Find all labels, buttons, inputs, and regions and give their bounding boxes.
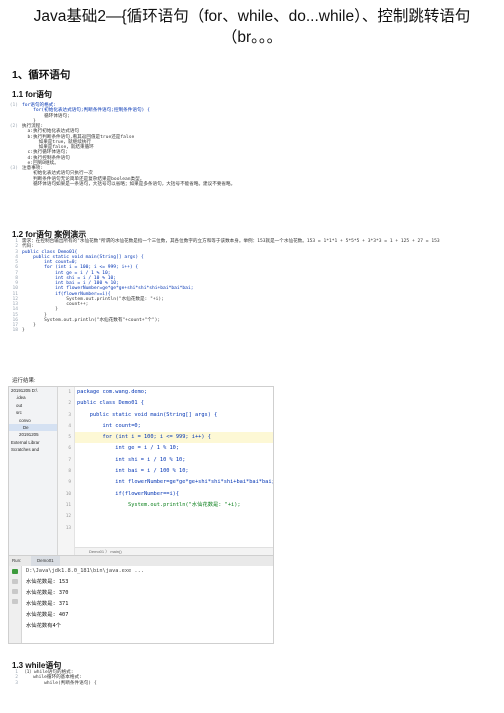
code-text: 需求：在控制台输出所有的"水仙花数"所谓的水仙花数是指一个三位数，其各位数字的立…: [22, 239, 440, 244]
gutter-line-number: 4: [68, 423, 71, 429]
gutter-line-number: 9: [68, 480, 71, 486]
project-tree-item[interactable]: 20191205 D:\: [9, 387, 57, 394]
editor-line[interactable]: for (int i = 100; i <= 999; i++) {: [75, 432, 273, 444]
stop-icon[interactable]: [12, 579, 18, 584]
editor-line[interactable]: System.out.println("水仙花数是: "+i);: [75, 500, 273, 511]
editor-line[interactable]: package com.wang.demo;: [75, 387, 273, 398]
gutter-line-number: 11: [65, 502, 71, 508]
project-tree-item[interactable]: .idea: [9, 394, 57, 401]
code-block-demo: 1 需求：在控制台输出所有的"水仙花数"所谓的水仙花数是指一个三位数，其各位数字的…: [8, 239, 496, 372]
run-result-label: 运行结果:: [12, 378, 36, 384]
project-tree-item[interactable]: src: [9, 409, 57, 416]
run-tools-strip: [9, 566, 22, 643]
gutter-line-number: 2: [68, 401, 71, 407]
code-text: System.out.println("水仙花数有"+count+"个");: [22, 317, 161, 323]
code-text: 代码:: [22, 244, 34, 250]
demo-line: 18}: [8, 328, 496, 333]
code-text: }: [22, 118, 36, 124]
code-text: 初始化表达式语句只执行一次: [22, 171, 93, 177]
project-tree-item[interactable]: De: [9, 424, 57, 432]
code-text: }: [22, 307, 58, 313]
code-text: while(判断条件语句) {: [22, 680, 97, 686]
console-line: 水仙花数是: 371: [26, 601, 69, 607]
code-text: public class Demo01{: [22, 249, 78, 255]
gutter-line-number: 10: [65, 491, 71, 497]
gutter-line-number: 1: [68, 390, 71, 395]
editor-line[interactable]: public static void main(String[] args) {: [75, 410, 273, 421]
gutter-line-number: 5: [68, 435, 71, 441]
page-title: Java基础2—{循环语句（for、while、do...while）、控制跳转…: [33, 8, 471, 46]
code-text: 判断条件语句无论简单还是复杂结果是boolean类型。: [22, 176, 145, 182]
code-text: while循环的基本格式:: [22, 675, 82, 681]
editor-breadcrumb: Demo01 〉 main(): [75, 547, 273, 555]
code-text: 如果是true，就继续执行: [22, 139, 92, 145]
demo-line: 1 需求：在控制台输出所有的"水仙花数"所谓的水仙花数是指一个三位数，其各位数字的…: [8, 239, 496, 244]
scroll-icon[interactable]: [12, 589, 18, 594]
code-editor: package com.wang.demo; public class Demo0…: [75, 387, 273, 555]
project-tree-item[interactable]: convo: [9, 417, 57, 424]
code-text: d:执行控制条件语句: [22, 155, 70, 161]
gutter-line-number: 7: [68, 457, 71, 463]
subheading-for: 1.1 for语句: [12, 90, 53, 99]
project-tree-item[interactable]: External Librar: [9, 439, 57, 446]
code-block-while: 1 （1）while语句的格式: 2 while循环的基本格式: 3 while(判断…: [8, 670, 496, 710]
code-block-for-syntax: (1) for语句的格式: for(初始化表达式语句;判断条件语句;控制条件语句)…: [8, 103, 496, 228]
editor-line[interactable]: if(flowerNumber==i){: [75, 489, 273, 500]
project-tree-panel: 20191205 D:\ .idea out src convo De 20191205 Ex…: [9, 387, 58, 555]
section-heading-loops: 1、循环语句: [12, 69, 71, 81]
rerun-icon[interactable]: [12, 569, 18, 574]
gutter-line-number: 12: [65, 514, 71, 520]
gutter-line-number: 13: [65, 525, 71, 531]
code-text: int flowerNumber=ge*ge*ge+shi*shi*shi+ba…: [22, 286, 194, 292]
run-console: D:\Java\jdk1.8.0_181\bin\java.exe ... 水仙花…: [22, 566, 273, 643]
code-text: c:执行循环体语句;: [22, 150, 68, 156]
code-text: System.out.println("水仙花数是: "+i);: [22, 296, 164, 302]
editor-line[interactable]: int bai = i / 100 % 10;: [75, 466, 273, 477]
code-text: b:执行判断条件语句,看其返回值是true还是false: [22, 134, 135, 140]
editor-line[interactable]: int ge = i / 1 % 10;: [75, 443, 273, 454]
line-number: 18: [12, 328, 18, 334]
while-line: 3 while(判断条件语句) {: [8, 681, 496, 686]
code-text: for (int i = 100; i <= 999; i++) {: [22, 265, 139, 271]
code-text: int ge = i / 1 % 10;: [22, 270, 111, 276]
editor-line[interactable]: int count=0;: [75, 421, 273, 432]
project-tree-item[interactable]: Scratches and: [9, 446, 57, 453]
code-text: }: [22, 328, 25, 334]
gutter-line-number: 8: [68, 469, 71, 475]
code-text: int shi = i / 10 % 10;: [22, 275, 117, 281]
gutter-line-number: 3: [68, 412, 71, 418]
code-text: for(初始化表达式语句;判断条件语句;控制条件语句) {: [22, 108, 150, 114]
line-number: 3: [15, 680, 18, 686]
line-number-gutter: 1 2 3 4 5 6 7 8 9 10 11 12 13: [58, 387, 75, 555]
run-tab-demo01[interactable]: Demo01: [31, 556, 60, 566]
code-text: e:回到B继续。: [22, 160, 59, 166]
ide-screenshot: 20191205 D:\ .idea out src convo De 20191205 Ex…: [8, 386, 274, 644]
code-text: }: [22, 312, 47, 318]
code-text: 循环体语句;: [22, 113, 70, 119]
console-line: D:\Java\jdk1.8.0_181\bin\java.exe ...: [26, 568, 144, 574]
code-text: a:执行初始化表达式语句: [22, 129, 80, 135]
editor-line[interactable]: public class Demo01 {: [75, 398, 273, 409]
project-tree-item[interactable]: out: [9, 402, 57, 409]
editor-line[interactable]: int flowerNumber=ge*ge*ge+shi*shi*shi+ba…: [75, 477, 273, 488]
for-syntax-line: 循环体语句如果是一条语句，大括号可以省略；如果是多条语句，大括号不能省略。建议不…: [8, 182, 496, 187]
console-line: 水仙花数是: 153: [26, 579, 69, 585]
code-text: public static void main(String[] args) {: [22, 254, 144, 260]
gutter-line-number: 6: [68, 446, 71, 452]
code-text: 循环体语句如果是一条语句，大括号可以省略；如果是多条语句，大括号不能省略。建议不…: [22, 181, 236, 187]
code-text: if(flowerNumber==i){: [22, 291, 111, 297]
settings-icon[interactable]: [12, 599, 18, 604]
console-line: 水仙花数有4个: [26, 623, 61, 629]
project-tree-item[interactable]: 20191205: [9, 431, 57, 438]
run-label: Run:: [12, 558, 22, 563]
console-line: 水仙花数是: 407: [26, 612, 69, 618]
console-line: 水仙花数是: 370: [26, 590, 69, 596]
editor-line[interactable]: int shi = i / 10 % 10;: [75, 455, 273, 466]
